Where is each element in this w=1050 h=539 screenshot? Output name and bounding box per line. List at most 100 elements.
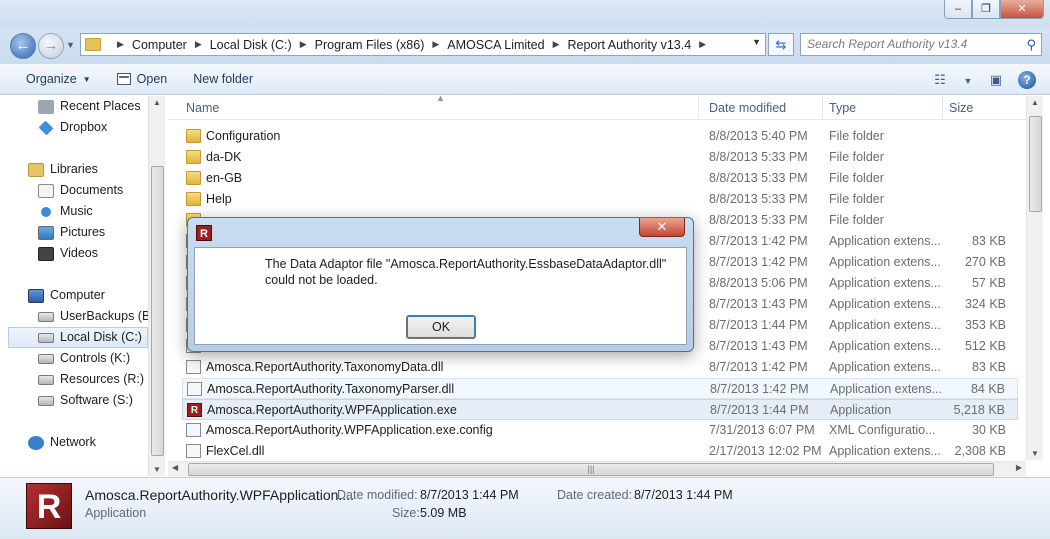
dialog-message: The Data Adaptor file "Amosca.ReportAuth…: [265, 257, 667, 287]
address-dropdown-icon[interactable]: ▼: [752, 37, 761, 47]
search-input[interactable]: Search Report Authority v13.4 ⚲: [800, 33, 1042, 56]
folder-row[interactable]: en-GB 8/8/2013 5:33 PM File folder: [182, 168, 1018, 189]
date-modified-label: Date modified:: [337, 488, 418, 502]
file-type: File folder: [829, 150, 884, 164]
folder-row[interactable]: Help 8/8/2013 5:33 PM File folder: [182, 189, 1018, 210]
nav-pictures[interactable]: Pictures: [38, 222, 105, 243]
scroll-up-icon[interactable]: ▲: [1027, 98, 1043, 107]
breadcrumb-local-disk[interactable]: Local Disk (C:): [210, 38, 292, 52]
forward-button[interactable]: →: [38, 33, 64, 59]
view-options-dropdown[interactable]: ▼: [954, 72, 982, 87]
new-folder-button[interactable]: New folder: [193, 72, 253, 86]
breadcrumb-separator[interactable]: ▶: [195, 39, 202, 50]
ok-button[interactable]: OK: [406, 315, 476, 339]
file-row[interactable]: FlexCel.dll 2/17/2013 12:02 PM Application…: [182, 441, 1018, 462]
nav-drive-c[interactable]: Local Disk (C:): [8, 327, 148, 348]
breadcrumb-separator[interactable]: ▶: [117, 39, 124, 50]
open-button[interactable]: Open: [116, 72, 167, 86]
column-name[interactable]: Name: [186, 101, 219, 115]
scroll-right-icon[interactable]: ▶: [1016, 463, 1022, 472]
file-type: File folder: [829, 171, 884, 185]
back-button[interactable]: ←: [10, 33, 36, 59]
nav-recent-places[interactable]: Recent Places: [38, 96, 141, 117]
preview-pane-button[interactable]: ▣: [982, 72, 1010, 88]
file-size: 83 KB: [971, 234, 1006, 248]
file-row[interactable]: Amosca.ReportAuthority.WPFApplication.ex…: [182, 420, 1018, 441]
nav-music[interactable]: Music: [38, 201, 93, 222]
file-name: en-GB: [206, 171, 243, 185]
column-header: ▲ Name Date modified Type Size: [168, 96, 1026, 120]
scroll-left-icon[interactable]: ◀: [172, 463, 178, 472]
column-divider[interactable]: [698, 96, 699, 120]
nav-libraries[interactable]: Libraries: [28, 159, 98, 180]
file-size: 270 KB: [964, 255, 1006, 269]
nav-videos[interactable]: Videos: [38, 243, 98, 264]
selected-file-name: Amosca.ReportAuthority.WPFApplication...…: [85, 487, 354, 503]
column-type[interactable]: Type: [829, 101, 856, 115]
scroll-up-icon[interactable]: ▲: [149, 98, 165, 107]
maximize-button[interactable]: ❐: [972, 0, 1000, 19]
scroll-thumb[interactable]: [1029, 116, 1042, 212]
nav-drive-k[interactable]: Controls (K:): [38, 348, 130, 369]
organize-button[interactable]: Organize ▼: [26, 72, 91, 86]
file-list-scrollbar[interactable]: ▲ ▼: [1026, 96, 1043, 460]
refresh-button[interactable]: ⇆: [768, 33, 794, 56]
breadcrumb-separator[interactable]: ▶: [300, 39, 307, 50]
file-date: 8/7/2013 1:43 PM: [709, 297, 808, 311]
nav-drive-r[interactable]: Resources (R:): [38, 369, 144, 390]
nav-label: Documents: [60, 183, 124, 197]
address-row: ← → ▼ ▶ Computer ▶ Local Disk (C:) ▶ Pro…: [0, 28, 1050, 64]
nav-scrollbar[interactable]: ▲ ▼: [148, 96, 165, 476]
file-row[interactable]: Amosca.ReportAuthority.TaxonomyParser.dl…: [182, 378, 1018, 399]
close-button[interactable]: ✕: [1000, 0, 1044, 19]
file-row[interactable]: Amosca.ReportAuthority.TaxonomyData.dll 8…: [182, 357, 1018, 378]
drive-icon: [38, 311, 54, 322]
drive-icon: [38, 395, 54, 406]
app-icon: R: [196, 225, 212, 241]
column-size[interactable]: Size: [949, 101, 973, 115]
file-name: Amosca.ReportAuthority.TaxonomyData.dll: [206, 360, 444, 374]
scroll-thumb[interactable]: |||: [188, 463, 994, 476]
horizontal-scrollbar[interactable]: ◀ ||| ▶: [168, 461, 1026, 477]
scroll-down-icon[interactable]: ▼: [1027, 449, 1043, 458]
folder-row[interactable]: da-DK 8/8/2013 5:33 PM File folder: [182, 147, 1018, 168]
nav-label: UserBackups (B:): [60, 309, 158, 323]
breadcrumb-separator[interactable]: ▶: [553, 39, 560, 50]
dropbox-icon: [38, 120, 54, 135]
breadcrumb-amosca[interactable]: AMOSCA Limited: [447, 38, 544, 52]
breadcrumb-computer[interactable]: Computer: [132, 38, 187, 52]
nav-drive-b[interactable]: UserBackups (B:): [38, 306, 158, 327]
scroll-down-icon[interactable]: ▼: [149, 465, 165, 474]
file-date: 8/8/2013 5:33 PM: [709, 192, 808, 206]
breadcrumb-separator[interactable]: ▶: [699, 39, 706, 50]
address-bar[interactable]: ▶ Computer ▶ Local Disk (C:) ▶ Program F…: [80, 33, 766, 56]
nav-label: Libraries: [50, 162, 98, 176]
file-size: 324 KB: [964, 297, 1006, 311]
nav-documents[interactable]: Documents: [38, 180, 123, 201]
file-row[interactable]: R Amosca.ReportAuthority.WPFApplication.e…: [182, 399, 1018, 420]
search-icon[interactable]: ⚲: [1026, 34, 1036, 55]
change-view-button[interactable]: ☷: [926, 72, 954, 88]
help-icon[interactable]: ?: [1018, 70, 1036, 89]
breadcrumb-report-authority[interactable]: Report Authority v13.4: [567, 38, 691, 52]
column-date[interactable]: Date modified: [709, 101, 786, 115]
file-type: Application extens...: [829, 297, 941, 311]
nav-computer[interactable]: Computer: [28, 285, 105, 306]
folder-row[interactable]: Configuration 8/8/2013 5:40 PM File folder: [182, 126, 1018, 147]
recent-pages-dropdown[interactable]: ▼: [66, 40, 75, 50]
breadcrumb-program-files[interactable]: Program Files (x86): [315, 38, 425, 52]
chevron-down-icon: ▼: [963, 76, 973, 86]
dialog-body: The Data Adaptor file "Amosca.ReportAuth…: [194, 247, 687, 345]
nav-dropbox[interactable]: Dropbox: [38, 117, 107, 138]
nav-drive-s[interactable]: Software (S:): [38, 390, 133, 411]
nav-network[interactable]: Network: [28, 432, 96, 453]
column-divider[interactable]: [822, 96, 823, 120]
selected-file-type: Application: [85, 506, 147, 520]
column-divider[interactable]: [942, 96, 943, 120]
scroll-thumb[interactable]: [151, 166, 164, 456]
file-type: Application extens...: [829, 276, 941, 290]
dialog-close-button[interactable]: ✕: [639, 218, 685, 237]
minimize-button[interactable]: –: [944, 0, 972, 19]
breadcrumb-separator[interactable]: ▶: [432, 39, 439, 50]
nav-label: Local Disk (C:): [60, 330, 142, 344]
